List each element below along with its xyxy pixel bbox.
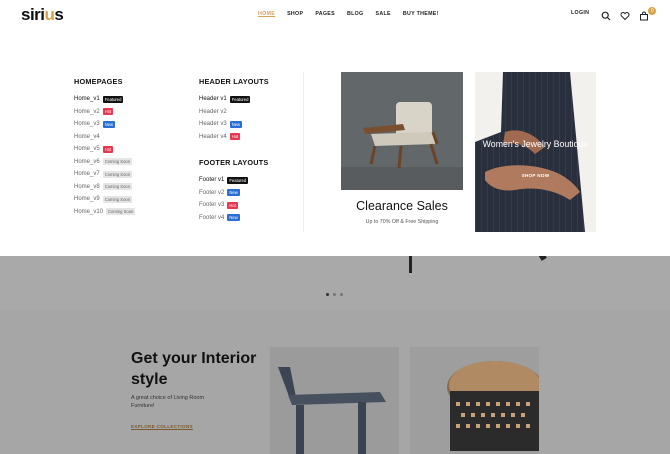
menu-item-tag: Coming Soon (102, 170, 133, 178)
menu-item-label: Footer v3 (199, 202, 225, 209)
nav-pages[interactable]: PAGES (315, 11, 335, 17)
side-table-image (410, 347, 539, 454)
cart-icon[interactable]: 0 (639, 7, 657, 21)
menu-item-label: Home_v7 (74, 171, 100, 178)
nav-shop[interactable]: SHOP (287, 11, 303, 17)
menu-item-tag: Coming Soon (102, 183, 133, 191)
menu-item-label: Footer v4 (199, 214, 225, 221)
menu-item-tag: Featured (227, 176, 249, 184)
menu-item[interactable]: Home_v3 New (74, 118, 135, 131)
menu-item[interactable]: Header v1 Featured (199, 93, 251, 106)
clearance-subtitle: Up to 70% Off & Free Shipping (365, 219, 439, 225)
jewelry-title[interactable]: Women's Jewelry Boutique (475, 138, 596, 151)
menu-item-label: Footer v2 (199, 189, 225, 196)
main-nav: HOME SHOP PAGES BLOG SALE BUY THEME! (258, 11, 451, 17)
menu-item-label: Header v2 (199, 108, 227, 115)
login-link[interactable]: LOGIN (571, 10, 589, 16)
product-card-side-table[interactable] (410, 347, 539, 454)
footer-layouts-heading: FOOTER LAYOUTS (199, 158, 269, 167)
menu-item[interactable]: Footer v4 New (199, 212, 248, 225)
menu-item[interactable]: Home_v8 Coming Soon (74, 181, 135, 194)
logo-accent: u (44, 5, 55, 24)
menu-item-tag: Hot (102, 108, 114, 116)
menu-item[interactable]: Footer v2 New (199, 187, 248, 200)
search-icon[interactable] (601, 8, 611, 21)
menu-item-tag: Hot (227, 201, 238, 209)
menu-item-tag: New (227, 189, 240, 197)
jewelry-banner[interactable] (475, 72, 596, 232)
menu-item[interactable]: Header v2 (199, 106, 250, 119)
slider-dot[interactable] (333, 293, 336, 296)
menu-item-label: Home_v6 (74, 158, 100, 165)
slider-dot[interactable] (326, 293, 329, 296)
jewelry-image (475, 72, 596, 232)
site-header: sirius HOME SHOP PAGES BLOG SALE BUY THE… (0, 0, 670, 28)
nav-buy-theme[interactable]: BUY THEME! (403, 11, 439, 17)
product-card-bench[interactable] (270, 347, 399, 454)
interior-title: Get your Interior style (131, 350, 257, 388)
menu-item-label: Home_v1 (74, 96, 100, 103)
menu-item-tag: Hot (102, 145, 114, 153)
menu-item-label: Home_v10 (74, 208, 104, 215)
menu-item[interactable]: Footer v3 Hot (199, 199, 248, 212)
menu-item[interactable]: Home_v5 Hot (74, 143, 135, 156)
menu-item-label: Home_v9 (74, 196, 100, 203)
menu-item[interactable]: Home_v10 Coming Soon (74, 206, 136, 219)
homepages-heading: HOMEPAGES (74, 77, 123, 86)
menu-item-tag: New (102, 120, 116, 128)
menu-item[interactable]: Home_v9 Coming Soon (74, 193, 135, 206)
menu-item-tag: Hot (229, 133, 241, 141)
header-layouts-heading: HEADER LAYOUTS (199, 77, 269, 86)
header-layouts-list: Header v1 Featured Header v2 Header v3 New He… (199, 93, 251, 144)
menu-item[interactable]: Header v4 Hot (199, 131, 250, 144)
menu-item[interactable]: Home_v2 Hot (74, 106, 135, 119)
explore-collections-link[interactable]: EXPLORE COLLECTIONS (131, 424, 193, 429)
menu-item-label: Header v3 (199, 121, 227, 128)
menu-item-label: Header v4 (199, 133, 227, 140)
nav-sale[interactable]: SALE (375, 11, 390, 17)
menu-item-label: Home_v2 (74, 108, 100, 115)
menu-item-tag: Featured (229, 95, 251, 103)
slider-dot[interactable] (340, 293, 343, 296)
mega-menu: HOMEPAGES Home_v1 Featured Home_v2 Hot Home_… (0, 28, 670, 256)
shop-now-link[interactable]: SHOP NOW (475, 173, 596, 178)
menu-item-label: Header v1 (199, 96, 227, 103)
armchair-image (341, 72, 463, 190)
menu-item-label: Home_v5 (74, 146, 100, 153)
slider-dots[interactable] (326, 293, 343, 296)
logo-text: siri (21, 5, 45, 24)
logo[interactable]: sirius (21, 5, 64, 25)
menu-divider (303, 72, 304, 232)
menu-item-tag: Featured (102, 95, 124, 103)
menu-item-label: Home_v8 (74, 183, 100, 190)
footer-layouts-list: Footer v1 Featured Footer v2 New Footer v3 Ho… (199, 174, 249, 225)
menu-item[interactable]: Home_v7 Coming Soon (74, 168, 135, 181)
nav-blog[interactable]: BLOG (347, 11, 364, 17)
cart-count-badge: 0 (648, 7, 657, 15)
menu-item[interactable]: Home_v6 Coming Soon (74, 156, 135, 169)
heart-icon[interactable] (620, 8, 630, 21)
menu-item-tag: New (227, 214, 240, 222)
clearance-title[interactable]: Clearance Sales (341, 199, 463, 213)
header-actions: LOGIN 0 (571, 7, 658, 21)
menu-item-label: Footer v1 (199, 177, 225, 184)
clearance-banner-image[interactable] (341, 72, 463, 190)
nav-home[interactable]: HOME (258, 11, 275, 17)
interior-description: A great choice of Living Room Furniture! (131, 395, 205, 409)
logo-text-end: s (54, 5, 64, 24)
menu-item[interactable]: Footer v1 Featured (199, 174, 249, 187)
menu-item-label: Home_v3 (74, 121, 100, 128)
menu-item-label: Home_v4 (74, 133, 100, 140)
homepages-list: Home_v1 Featured Home_v2 Hot Home_v3 New Home_… (74, 93, 136, 219)
menu-item-tag: New (229, 120, 243, 128)
menu-item[interactable]: Home_v4 (74, 131, 135, 144)
menu-item-tag: Coming Soon (102, 158, 133, 166)
menu-item-tag: Coming Soon (106, 208, 136, 216)
menu-item-tag: Coming Soon (102, 195, 133, 203)
menu-item[interactable]: Home_v1 Featured (74, 93, 135, 106)
menu-item[interactable]: Header v3 New (199, 118, 250, 131)
bench-image (270, 347, 399, 454)
